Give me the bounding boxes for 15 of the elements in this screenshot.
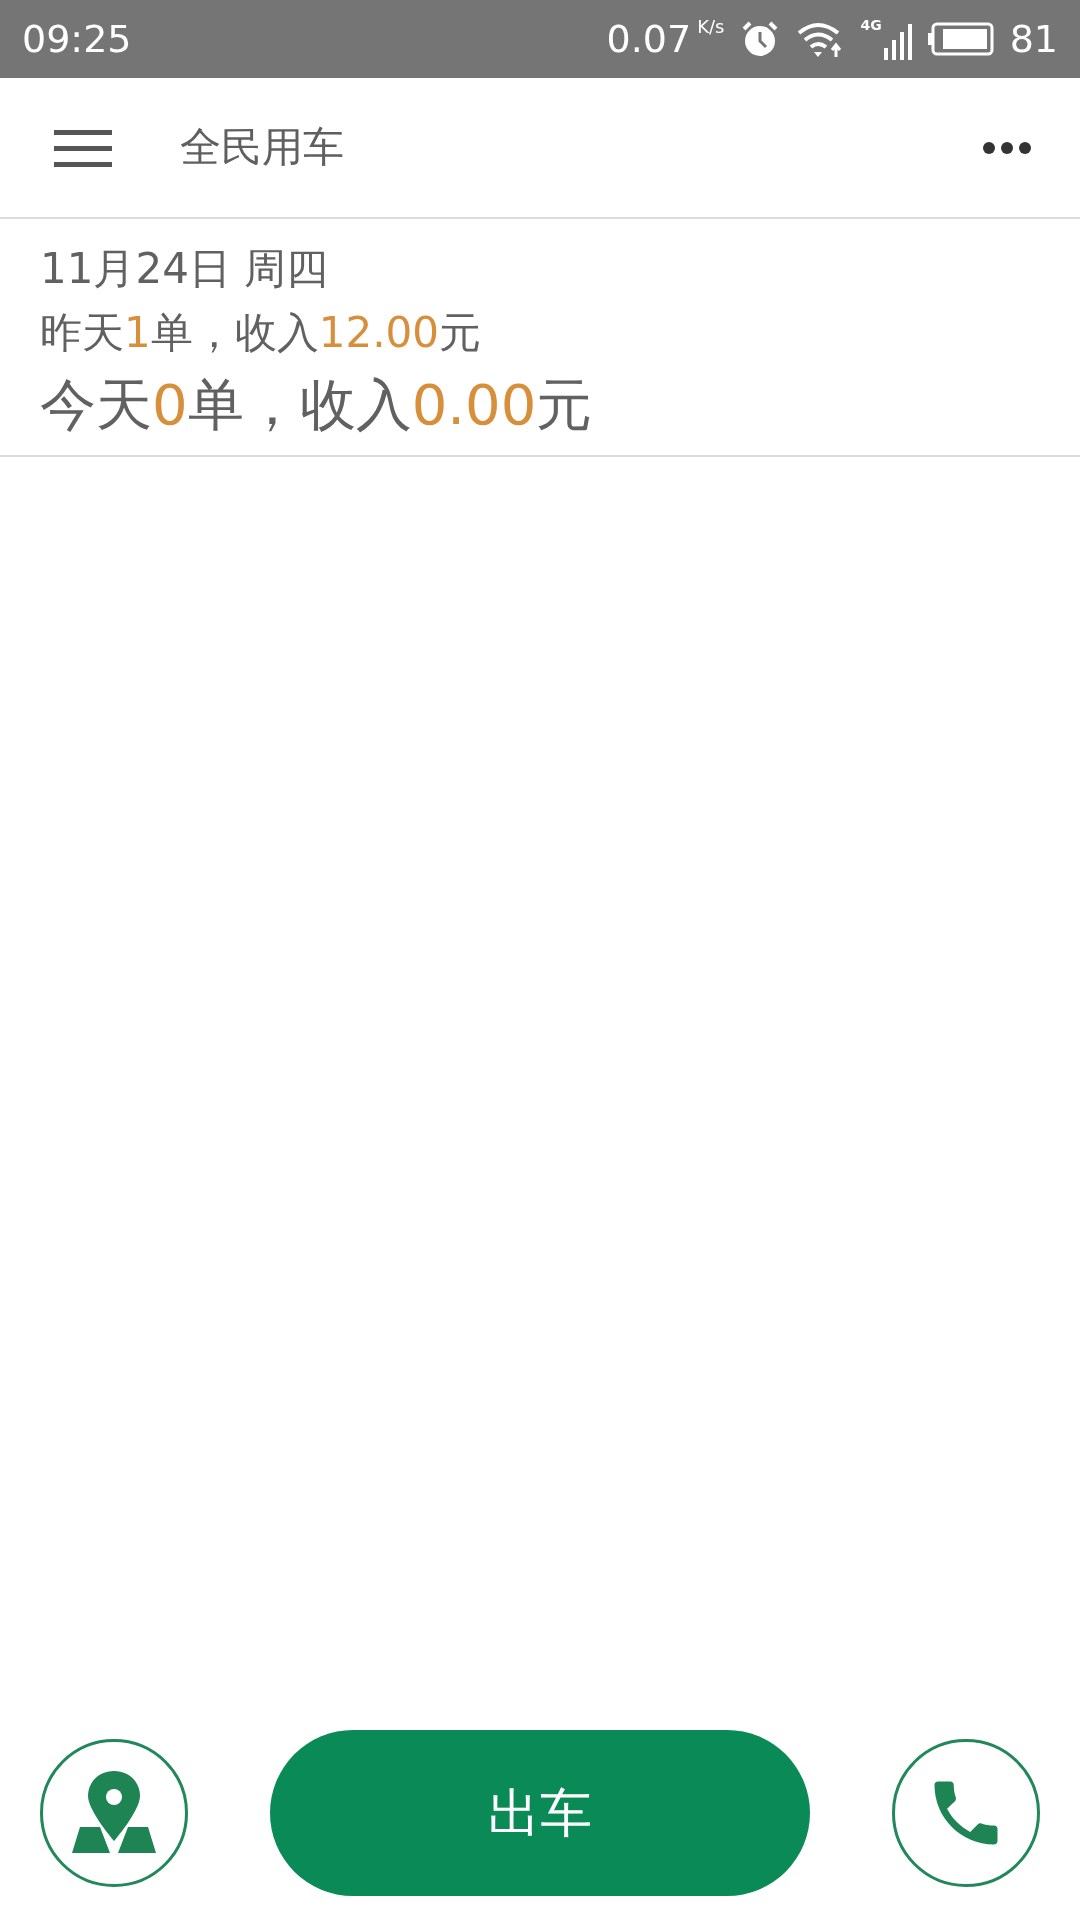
map-pin-icon [72, 1771, 156, 1855]
more-options-icon[interactable] [982, 140, 1032, 155]
go-online-button[interactable]: 出车 [270, 1730, 810, 1896]
app-title: 全民用车 [180, 121, 344, 173]
network-speed: 0.07 [606, 15, 692, 63]
speed-unit: K/s [697, 14, 725, 39]
menu-icon[interactable] [54, 127, 112, 168]
network-type: 4G [860, 18, 882, 32]
clock-time: 09:25 [22, 15, 132, 63]
yesterday-summary: 昨天1单，收入12.00元 [40, 307, 482, 359]
battery-icon [927, 22, 994, 56]
today-summary: 今天0单，收入0.00元 [40, 371, 594, 439]
signal-icon [883, 24, 912, 60]
date-text: 11月24日 周四 [40, 243, 330, 295]
battery-level: 81 [1009, 15, 1058, 63]
